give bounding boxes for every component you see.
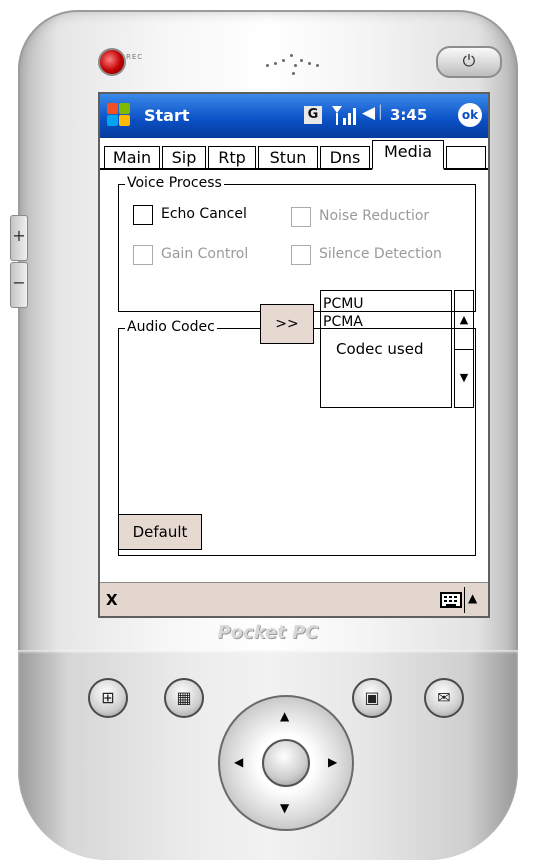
tab-rtp[interactable]: Rtp [208,146,256,168]
record-button[interactable] [98,48,126,76]
input-panel-arrow-icon[interactable]: ▲ [464,587,477,613]
scroll-up-arrow-icon[interactable]: ▲ [455,291,473,350]
command-bar: X ▲ [100,582,488,616]
brand-logo: Pocket PC [217,622,319,643]
gprs-icon[interactable]: G [304,106,322,124]
contacts-hardware-button[interactable]: ▣ [352,678,392,718]
speaker-volume-icon[interactable]: ◀︎ᛁ [362,103,385,123]
gain-control-box[interactable] [133,245,153,265]
dpad-left-icon[interactable]: ◀ [234,755,243,769]
scroll-down-arrow-icon[interactable]: ▼ [455,349,473,407]
pocket-pc-device: + − REC ⏻ Start G ◀︎ᛁ 3:45 ok Main Sip R… [10,10,518,860]
windows-start-icon[interactable] [106,102,132,128]
echo-cancel-box[interactable] [133,205,153,225]
dpad-down-icon[interactable]: ▼ [280,801,289,815]
close-menu-button[interactable]: X [106,591,118,609]
default-button[interactable]: Default [118,514,202,550]
speaker-grille [264,50,326,80]
keyboard-icon[interactable] [440,592,462,608]
mail-hardware-button[interactable]: ✉ [424,678,464,718]
codec-list-scrollbar[interactable]: ▲ ▼ [454,290,474,408]
record-label: REC [126,53,144,61]
tab-strip: Main Sip Rtp Stun Dns Media [100,140,488,170]
volume-up-side-button[interactable]: + [10,215,28,261]
codec-used-list[interactable]: PCMU PCMA [320,290,452,408]
windows-hardware-button[interactable]: ⊞ [88,678,128,718]
gain-control-label: Gain Control [161,246,249,262]
silence-detection-box[interactable] [291,245,311,265]
tab-blank [446,146,486,168]
dpad-up-icon[interactable]: ▲ [280,709,289,723]
tab-stun[interactable]: Stun [258,146,318,168]
silence-detection-label: Silence Detection [319,246,442,262]
power-button[interactable]: ⏻ [436,46,502,78]
audio-codec-label: Audio Codec [125,319,217,335]
volume-down-side-button[interactable]: − [10,262,28,308]
clock[interactable]: 3:45 [390,106,427,124]
move-codec-button[interactable]: >> [260,304,314,344]
tab-main[interactable]: Main [104,146,160,168]
voice-process-label: Voice Process [125,175,224,191]
dpad-center-button[interactable] [262,739,310,787]
ok-button[interactable]: ok [458,103,482,127]
device-screen: Start G ◀︎ᛁ 3:45 ok Main Sip Rtp Stun Dn… [98,92,490,618]
noise-reduction-box[interactable] [291,207,311,227]
start-menu-label[interactable]: Start [144,106,190,125]
echo-cancel-label: Echo Cancel [161,206,247,222]
title-bar: Start G ◀︎ᛁ 3:45 ok [100,94,488,138]
tab-sip[interactable]: Sip [162,146,206,168]
calendar-hardware-button[interactable]: ▦ [164,678,204,718]
tab-dns[interactable]: Dns [320,146,370,168]
tab-media[interactable]: Media [372,140,444,170]
signal-strength-icon[interactable] [330,104,358,126]
list-item[interactable]: PCMU [323,295,451,313]
list-item[interactable]: PCMA [323,313,451,331]
navigation-dpad[interactable]: ▲ ▼ ◀ ▶ [218,695,354,831]
dpad-right-icon[interactable]: ▶ [328,755,337,769]
noise-reduction-label: Noise Reductior [319,208,430,224]
